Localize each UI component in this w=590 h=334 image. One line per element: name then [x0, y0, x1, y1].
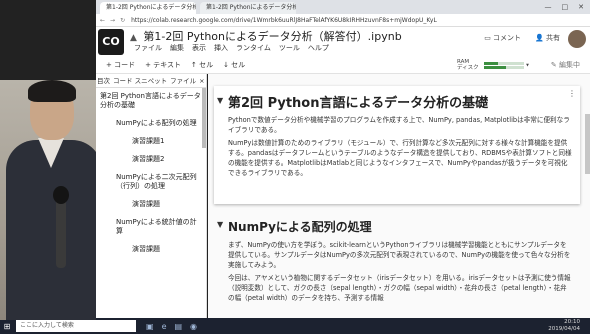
colab-logo[interactable]: CO — [98, 29, 124, 55]
comment-button[interactable]: ▭ コメント — [484, 33, 521, 43]
section-heading-1: 第2回 Python言語によるデータ分析の基礎 — [228, 96, 489, 111]
toc-item[interactable]: 演習課題1 — [100, 137, 202, 146]
folder-icon[interactable]: ▤ — [174, 322, 182, 331]
disk-bar — [484, 65, 525, 69]
side-panel: 目次 コード スニペット ファイル × 第2回 Python言語によるデータ分析… — [96, 74, 207, 318]
side-panel-scrollbar[interactable] — [202, 88, 206, 148]
text-cell-1[interactable]: ▼ ⋮ 第2回 Python言語によるデータ分析の基礎 Pythonで数値データ… — [214, 86, 580, 204]
share-icon: 👤 — [535, 34, 546, 42]
toc-item[interactable]: 演習課題2 — [100, 155, 202, 164]
notebook-toolbar: + コード + テキスト ↑ セル ↓ セル RAM ディスク ▾ ✎ 編集中 — [96, 57, 590, 74]
toc-item[interactable]: NumPyによる統計値の計算 — [100, 218, 202, 236]
ram-bar-fill — [484, 61, 499, 65]
notebook-content: ▼ ⋮ 第2回 Python言語によるデータ分析の基礎 Pythonで数値データ… — [208, 74, 590, 318]
cell-down-button[interactable]: ↓ セル — [223, 60, 245, 70]
close-icon[interactable]: ✕ — [578, 0, 584, 14]
menu-view[interactable]: 表示 — [192, 43, 206, 53]
system-clock[interactable]: 20:10 2019/04/04 — [548, 319, 580, 333]
pencil-icon: ✎ — [550, 61, 559, 69]
disk-label: ディスク — [457, 65, 479, 71]
main-scrollbar[interactable] — [585, 114, 590, 174]
section-heading-2: NumPyによる配列の処理 — [228, 220, 372, 234]
tab-files[interactable]: ファイル — [170, 74, 196, 87]
ram-bar — [484, 61, 525, 65]
paragraph: NumPyは数値計算のためのライブラリ（モジュール）で、行列計算など多次元配列に… — [228, 139, 572, 177]
microphone-stand — [56, 198, 66, 268]
resource-bars — [484, 61, 525, 70]
paragraph: Pythonで数値データ分析や機械学習のプログラムを作成する上で、NumPy, … — [228, 116, 570, 134]
add-text-button[interactable]: + テキスト — [145, 60, 181, 70]
edge-icon[interactable]: e — [162, 322, 167, 331]
url-input[interactable]: https://colab.research.google.com/drive/… — [131, 17, 437, 24]
side-panel-tabs: 目次 コード スニペット ファイル × — [96, 74, 206, 88]
menu-tools[interactable]: ツール — [279, 43, 300, 53]
toc-item[interactable]: 演習課題 — [100, 200, 202, 209]
windows-taskbar: ⊞ ここに入力して検索 ▣ e ▤ ◉ 20:10 2019/04/04 — [0, 318, 590, 334]
table-of-contents: 第2回 Python言語によるデータ分析の基礎 NumPyによる配列の処理 演習課題… — [96, 88, 206, 254]
cell-up-button[interactable]: ↑ セル — [191, 60, 213, 70]
avatar[interactable] — [568, 30, 586, 48]
maximize-icon[interactable]: □ — [562, 0, 569, 14]
windows-start-icon[interactable]: ⊞ — [0, 318, 14, 334]
collapse-arrow-icon[interactable]: ▼ — [217, 220, 223, 229]
microphone-icon — [53, 186, 69, 204]
edit-mode-label: 編集中 — [559, 61, 580, 69]
clock-time: 20:10 — [564, 319, 580, 325]
toc-item[interactable]: 演習課題 — [100, 245, 202, 254]
chrome-icon[interactable]: ◉ — [190, 322, 197, 331]
browser-tab-2[interactable]: 第1-2回 Pythonによるデータ分析 — [200, 2, 296, 14]
toc-item[interactable]: NumPyによる配列の処理 — [100, 119, 202, 128]
tab-toc[interactable]: 目次 — [97, 74, 110, 87]
presenter-hair — [28, 80, 76, 102]
header-actions: ▭ コメント 👤 共有 — [484, 33, 560, 43]
add-code-button[interactable]: + コード — [106, 60, 135, 70]
paragraph: 今回は、アヤメという植物に関するデータセット（irisデータセット）を用いる。i… — [228, 274, 571, 302]
menu-help[interactable]: ヘルプ — [308, 43, 329, 53]
window-controls: — □ ✕ — [545, 0, 590, 14]
tab-snippets[interactable]: コード スニペット — [113, 74, 167, 87]
close-panel-icon[interactable]: × — [199, 74, 204, 87]
task-view-icon[interactable]: ▣ — [146, 322, 154, 331]
taskbar-apps: ▣ e ▤ ◉ — [146, 322, 197, 331]
edit-mode-indicator[interactable]: ✎ 編集中 — [551, 60, 580, 70]
toc-item[interactable]: NumPyによる二次元配列（行列）の処理 — [100, 173, 202, 191]
drive-icon: ▲ — [130, 33, 137, 43]
toc-item[interactable]: 第2回 Python言語によるデータ分析の基礎 — [100, 92, 202, 110]
reload-icon[interactable]: ↻ — [120, 17, 125, 24]
share-button[interactable]: 👤 共有 — [535, 33, 560, 43]
menu-edit[interactable]: 編集 — [170, 43, 184, 53]
notebook-title: ▲ 第1-2回 Pythonによるデータ分析（解答付）.ipynb — [130, 28, 402, 44]
resource-monitor[interactable]: RAM ディスク ▾ — [457, 59, 529, 71]
nav-buttons: ← → ↻ — [100, 17, 125, 24]
menu-file[interactable]: ファイル — [134, 43, 162, 53]
browser-tabbar: 第1-2回 Pythonによるデータ分析 第1-2回 Pythonによるデータ分… — [96, 0, 590, 14]
share-label: 共有 — [546, 34, 560, 42]
menu-insert[interactable]: 挿入 — [214, 43, 228, 53]
forward-icon[interactable]: → — [110, 17, 115, 24]
menu-bar: ファイル 編集 表示 挿入 ランタイム ツール ヘルプ — [134, 43, 329, 53]
cell-menu-icon[interactable]: ⋮ — [568, 89, 576, 98]
comment-icon: ▭ — [484, 34, 494, 42]
notebook-title-text[interactable]: 第1-2回 Pythonによるデータ分析（解答付）.ipynb — [143, 30, 401, 43]
minimize-icon[interactable]: — — [545, 0, 552, 14]
comment-label: コメント — [493, 34, 522, 42]
back-icon[interactable]: ← — [100, 17, 105, 24]
presenter-video — [0, 80, 96, 320]
text-cell-2[interactable]: ▼ NumPyによる配列の処理 まず、NumPyの使い方を学ぼう。scikit-… — [214, 210, 580, 318]
colab-header: CO ▲ 第1-2回 Pythonによるデータ分析（解答付）.ipynb ファイ… — [96, 27, 590, 57]
paragraph: まず、NumPyの使い方を学ぼう。scikit-learnというPythonライ… — [228, 241, 571, 269]
disk-bar-fill — [484, 65, 507, 69]
browser-tab-1[interactable]: 第1-2回 Pythonによるデータ分析 — [100, 2, 196, 14]
taskbar-search-input[interactable]: ここに入力して検索 — [16, 320, 136, 332]
menu-runtime[interactable]: ランタイム — [236, 43, 271, 53]
collapse-arrow-icon[interactable]: ▼ — [217, 96, 223, 105]
clock-date: 2019/04/04 — [548, 326, 580, 332]
chevron-down-icon[interactable]: ▾ — [526, 63, 529, 69]
address-bar: ← → ↻ https://colab.research.google.com/… — [96, 14, 590, 27]
